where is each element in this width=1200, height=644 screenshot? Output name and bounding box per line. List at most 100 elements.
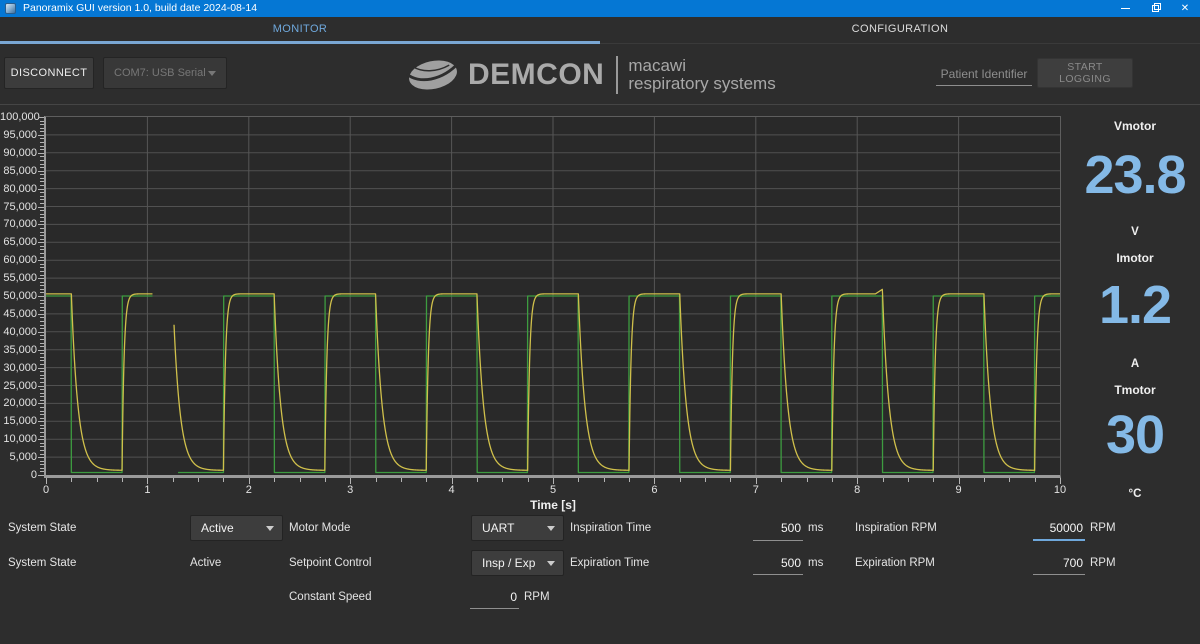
ytick-generated bbox=[40, 468, 44, 469]
ytick-generated bbox=[40, 400, 44, 401]
ytick-generated bbox=[40, 389, 44, 390]
ytick-generated bbox=[40, 343, 44, 344]
xlabel-generated: 6 bbox=[634, 484, 674, 496]
ytick-generated bbox=[38, 368, 44, 369]
ytick-generated bbox=[40, 239, 44, 240]
ytick-generated bbox=[40, 464, 44, 465]
ytick-generated bbox=[40, 443, 44, 444]
ytick-generated bbox=[40, 357, 44, 358]
xtick-generated bbox=[781, 478, 782, 482]
ytick-generated bbox=[40, 210, 44, 211]
tab-configuration[interactable]: CONFIGURATION bbox=[600, 17, 1200, 41]
ytick-generated bbox=[38, 439, 44, 440]
xlabel-generated: 2 bbox=[229, 484, 269, 496]
ytick-generated bbox=[40, 275, 44, 276]
minimize-button[interactable] bbox=[1110, 0, 1140, 17]
ytick-generated bbox=[40, 436, 44, 437]
expiration-time-input[interactable]: 500 bbox=[753, 556, 801, 570]
ylabel-generated: 45,000 bbox=[0, 307, 37, 321]
start-logging-button[interactable]: START LOGGING bbox=[1037, 58, 1133, 88]
ytick-generated bbox=[40, 232, 44, 233]
com-port-dropdown[interactable]: COM7: USB Serial ... bbox=[103, 57, 227, 89]
xtick-generated bbox=[908, 478, 909, 482]
xtick-generated bbox=[198, 478, 199, 482]
inspiration-time-input[interactable]: 500 bbox=[753, 521, 801, 535]
xtick-generated bbox=[807, 478, 808, 482]
setpoint-control-dropdown[interactable]: Insp / Exp bbox=[471, 550, 564, 576]
xtick-generated bbox=[502, 478, 503, 482]
ytick-generated bbox=[40, 203, 44, 204]
constant-speed-unit: RPM bbox=[524, 590, 550, 604]
ytick-generated bbox=[40, 246, 44, 247]
constant-speed-input[interactable]: 0 bbox=[470, 590, 517, 604]
ylabel-generated: 75,000 bbox=[0, 200, 37, 214]
restore-button[interactable] bbox=[1140, 0, 1170, 17]
xtick-generated bbox=[832, 478, 833, 482]
disconnect-button[interactable]: DISCONNECT bbox=[4, 57, 94, 89]
ytick-generated bbox=[40, 321, 44, 322]
ytick-generated bbox=[38, 135, 44, 136]
ytick-generated bbox=[38, 171, 44, 172]
xtick-generated bbox=[959, 478, 960, 484]
ytick-generated bbox=[40, 364, 44, 365]
motor-mode-label: Motor Mode bbox=[289, 521, 350, 535]
ytick-generated bbox=[38, 260, 44, 261]
ytick-generated bbox=[40, 375, 44, 376]
xtick-generated bbox=[223, 478, 224, 482]
xtick-generated bbox=[933, 478, 934, 482]
ytick-generated bbox=[40, 307, 44, 308]
ylabel-generated: 10,000 bbox=[0, 432, 37, 446]
ytick-generated bbox=[40, 149, 44, 150]
expiration-rpm-underline bbox=[1033, 574, 1085, 575]
com-port-value: COM7: USB Serial ... bbox=[114, 67, 208, 79]
ytick-generated bbox=[40, 339, 44, 340]
ytick-generated bbox=[40, 407, 44, 408]
ytick-generated bbox=[40, 121, 44, 122]
ytick-generated bbox=[38, 475, 44, 476]
system-state-dropdown[interactable]: Active bbox=[190, 515, 283, 541]
app-icon bbox=[5, 3, 16, 14]
brand-subtitle-line2: respiratory systems bbox=[628, 75, 775, 93]
ytick-generated bbox=[40, 289, 44, 290]
ytick-generated bbox=[40, 317, 44, 318]
motor-mode-dropdown[interactable]: UART bbox=[471, 515, 564, 541]
expiration-time-underline bbox=[753, 574, 803, 575]
xlabel-generated: 9 bbox=[939, 484, 979, 496]
xtick-generated bbox=[452, 478, 453, 484]
ytick-generated bbox=[40, 221, 44, 222]
xtick-generated bbox=[122, 478, 123, 482]
expiration-rpm-input[interactable]: 700 bbox=[1033, 556, 1083, 570]
tmotor-label: Tmotor bbox=[1070, 383, 1200, 397]
motor-mode-value: UART bbox=[482, 521, 547, 535]
xtick-generated bbox=[249, 478, 250, 484]
ytick-generated bbox=[40, 446, 44, 447]
patient-identifier-input[interactable]: Patient Identifier bbox=[936, 62, 1032, 86]
xtick-generated bbox=[325, 478, 326, 482]
xtick-generated bbox=[857, 478, 858, 484]
xtick-generated bbox=[147, 478, 148, 484]
inspiration-rpm-label: Inspiration RPM bbox=[855, 521, 937, 535]
setpoint-control-label: Setpoint Control bbox=[289, 556, 371, 570]
ytick-generated bbox=[40, 425, 44, 426]
ylabel-generated: 100,000 bbox=[0, 110, 37, 124]
inspiration-rpm-input[interactable]: 50000 bbox=[1033, 521, 1083, 535]
xtick-generated bbox=[1060, 478, 1061, 484]
tmotor-value: 30 bbox=[1070, 407, 1200, 463]
setpoint-control-value: Insp / Exp bbox=[482, 556, 547, 570]
ytick-generated bbox=[40, 450, 44, 451]
brand-subtitle-line1: macawi bbox=[628, 57, 775, 75]
ytick-generated bbox=[40, 393, 44, 394]
ytick-generated bbox=[40, 382, 44, 383]
ytick-generated bbox=[40, 454, 44, 455]
window-controls: ✕ bbox=[1110, 0, 1200, 17]
ylabel-generated: 0 bbox=[0, 468, 37, 482]
xtick-generated bbox=[654, 478, 655, 484]
tab-monitor[interactable]: MONITOR bbox=[0, 17, 600, 41]
xtick-generated bbox=[426, 478, 427, 482]
imotor-unit: A bbox=[1070, 358, 1200, 370]
ytick-generated bbox=[40, 328, 44, 329]
ytick-generated bbox=[40, 264, 44, 265]
close-button[interactable]: ✕ bbox=[1170, 0, 1200, 17]
xtick-generated bbox=[274, 478, 275, 482]
ytick-generated bbox=[40, 181, 44, 182]
